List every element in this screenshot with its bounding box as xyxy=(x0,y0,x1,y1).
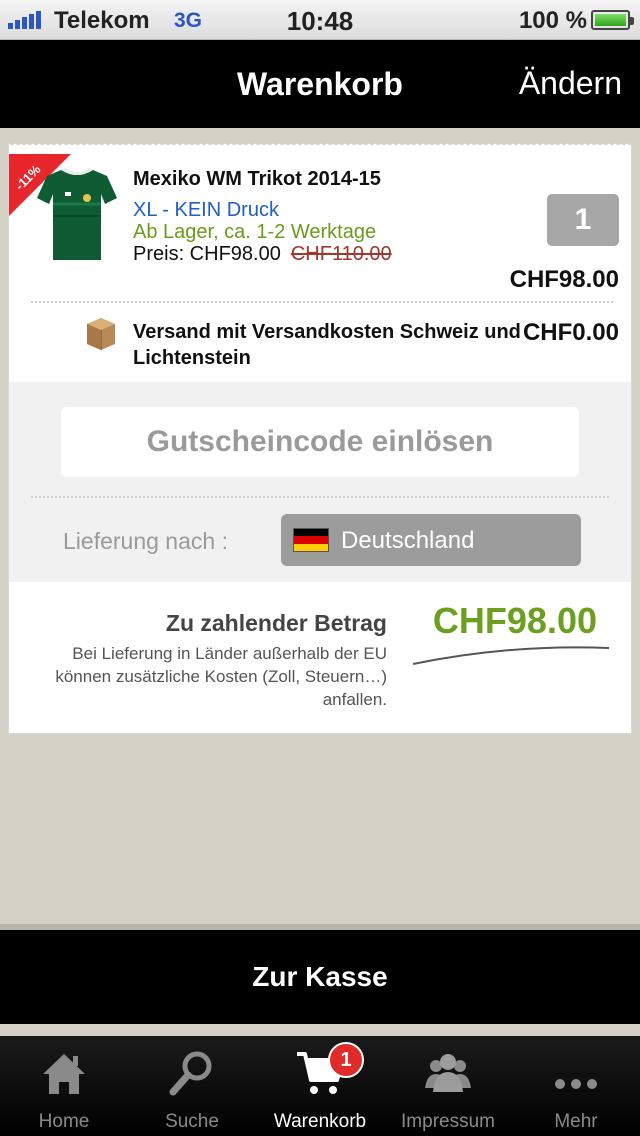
total-area: Zu zahlender Betrag Bei Lieferung in Län… xyxy=(9,582,631,734)
shipping-price: CHF0.00 xyxy=(522,319,619,346)
cart-item[interactable]: -11% Mexiko WM Trikot 2014-15 XL - KEIN … xyxy=(9,144,631,304)
shipping-label: Versand mit Versandkosten Schweiz und Li… xyxy=(133,321,521,369)
tab-label: Mehr xyxy=(554,1111,598,1132)
checkout-button[interactable]: Zur Kasse xyxy=(0,930,640,1024)
product-title: Mexiko WM Trikot 2014-15 xyxy=(133,168,381,190)
tab-label: Home xyxy=(38,1111,90,1132)
nav-bar: Warenkorb Ändern xyxy=(0,40,640,128)
status-bar: Telekom 3G 10:48 100 % xyxy=(0,0,640,40)
tab-label: Impressum xyxy=(401,1111,495,1132)
tab-label: Suche xyxy=(165,1111,219,1132)
product-availability: Ab Lager, ca. 1-2 Werktage xyxy=(133,221,377,243)
tab-cart[interactable]: 1 Warenkorb xyxy=(256,1036,384,1136)
battery-icon xyxy=(591,10,634,30)
product-price: Preis: CHF98.00 xyxy=(133,243,281,265)
quantity-field[interactable]: 1 xyxy=(547,194,619,246)
home-icon xyxy=(43,1054,85,1094)
tab-more[interactable]: Mehr xyxy=(512,1036,640,1136)
product-old-price: CHF110.00 xyxy=(290,243,392,265)
line-total: CHF98.00 xyxy=(509,266,619,293)
delivery-label: Lieferung nach : xyxy=(63,528,228,554)
tab-home[interactable]: Home xyxy=(0,1036,128,1136)
total-note: Bei Lieferung in Länder außerhalb der EU… xyxy=(55,644,387,709)
underline-swoosh xyxy=(412,646,610,665)
divider xyxy=(31,496,609,498)
battery-percent: 100 % xyxy=(518,7,587,34)
tab-bar: Home Suche 1 Warenkorb Impressum Mehr xyxy=(0,1036,640,1136)
product-variant: XL - KEIN Druck xyxy=(133,199,279,221)
product-image xyxy=(37,168,117,260)
germany-flag-icon xyxy=(293,528,329,552)
country-select[interactable]: Deutschland xyxy=(281,514,581,566)
tab-search[interactable]: Suche xyxy=(128,1036,256,1136)
options-area: Gutscheincode einlösen Lieferung nach : … xyxy=(9,382,631,582)
product-price-row: Preis: CHF98.00 CHF110.00 xyxy=(133,243,392,266)
cart-badge: 1 xyxy=(328,1042,364,1078)
more-icon xyxy=(555,1079,597,1089)
tab-impressum[interactable]: Impressum xyxy=(384,1036,512,1136)
cart-card: -11% Mexiko WM Trikot 2014-15 XL - KEIN … xyxy=(8,143,632,734)
shipping-row: Versand mit Versandkosten Schweiz und Li… xyxy=(9,304,631,382)
total-label: Zu zahlender Betrag xyxy=(165,610,387,636)
package-icon xyxy=(87,318,115,350)
edit-button[interactable]: Ändern xyxy=(519,65,622,102)
country-name: Deutschland xyxy=(341,527,475,554)
divider xyxy=(31,301,613,303)
voucher-button[interactable]: Gutscheincode einlösen xyxy=(61,407,579,477)
total-amount: CHF98.00 xyxy=(432,600,597,641)
search-icon xyxy=(169,1051,212,1096)
tab-label: Warenkorb xyxy=(273,1111,367,1132)
people-icon xyxy=(425,1054,471,1092)
